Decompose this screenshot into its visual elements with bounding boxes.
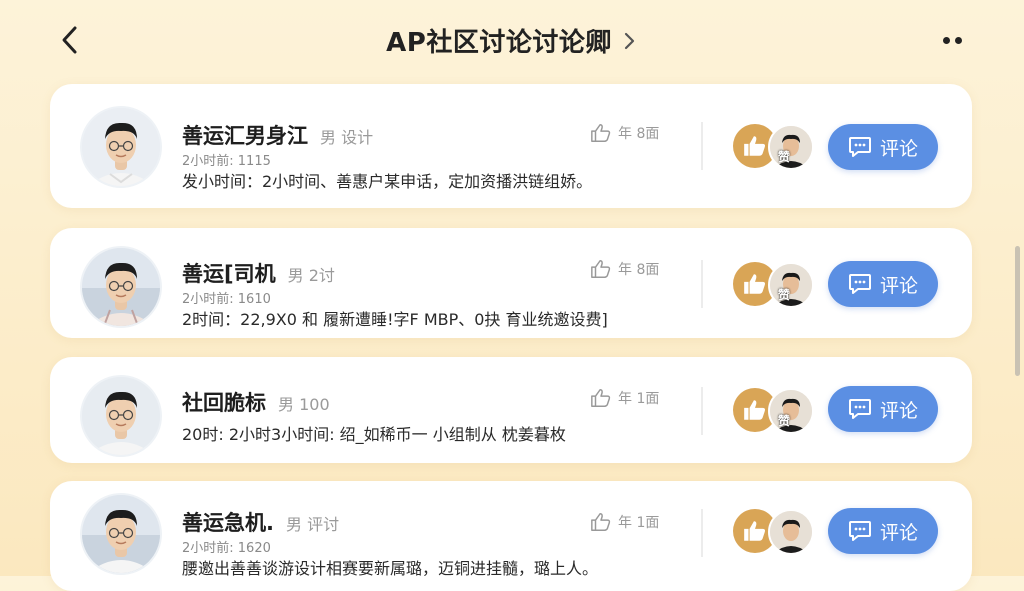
avatar[interactable] (82, 108, 160, 186)
comment-button[interactable]: 评论 (828, 386, 938, 432)
liker-badge: 赞 (778, 288, 791, 302)
author-name[interactable]: 善运汇男身江 (182, 120, 308, 150)
author-name[interactable]: 善运[司机 (182, 258, 276, 288)
avatar[interactable] (82, 248, 160, 326)
thumbs-up-outline-icon (591, 124, 611, 142)
scrollbar[interactable] (1015, 246, 1020, 376)
post-text: 20时: 2小时3小时间: 绍_如稀币一 小组制从 枕姜暮枚 (182, 425, 566, 444)
thumbs-up-outline-icon (591, 389, 611, 407)
post-meta: 2小时前: 1115 (182, 154, 271, 169)
divider (701, 509, 703, 557)
name-row: 善运汇男身江 男 设计 (182, 120, 373, 150)
post-text: 发小时间：2小时间、善惠户某申话，定加资播洪链组娇。 (182, 172, 593, 191)
like-count[interactable]: 年 8面 (590, 122, 659, 144)
post-card[interactable]: 善运急机. 男 评讨 2小时前: 1620 腰邀出善善谈游设计相赛要新属璐，迈铜… (50, 481, 972, 591)
post-text: 2时间：22,9X0 和 履新遭睡!字F MBP、0抉 育业统邀设费] (182, 310, 608, 329)
avatar[interactable] (82, 495, 160, 573)
thumbs-up-outline-icon (591, 260, 611, 278)
more-dot (954, 36, 962, 44)
like-count-text: 年 8面 (618, 126, 660, 142)
liker-avatar[interactable] (768, 509, 814, 555)
chevron-right-icon (622, 30, 638, 52)
name-row: 善运急机. 男 评讨 (182, 507, 339, 537)
title-group[interactable]: AP社区讨论讨论卿 (0, 22, 1024, 59)
author-name[interactable]: 善运急机. (182, 507, 274, 537)
divider (701, 387, 703, 435)
comment-button[interactable]: 评论 (828, 508, 938, 554)
liker-avatar[interactable]: 赞 (768, 388, 814, 434)
comment-label: 评论 (879, 274, 918, 297)
liker-badge: 赞 (778, 150, 791, 164)
author-tag: 男 100 (278, 395, 330, 414)
name-row: 社回脆标 男 100 (182, 387, 330, 417)
post-card[interactable]: 善运汇男身江 男 设计 2小时前: 1115 发小时间：2小时间、善惠户某申话，… (50, 84, 972, 208)
author-tag: 男 2讨 (287, 266, 335, 285)
comment-bubble-icon (848, 521, 871, 541)
author-name[interactable]: 社回脆标 (182, 387, 266, 417)
liker-badge: 赞 (778, 414, 791, 428)
post-text: 腰邀出善善谈游设计相赛要新属璐，迈铜进挂髓，璐上人。 (182, 559, 599, 578)
author-tag: 男 设计 (320, 128, 374, 147)
more-dot (942, 36, 950, 44)
thumbs-up-outline-icon (591, 513, 611, 531)
comment-button[interactable]: 评论 (828, 124, 938, 170)
post-card[interactable]: 善运[司机 男 2讨 2小时前: 1610 2时间：22,9X0 和 履新遭睡!… (50, 228, 972, 338)
like-count-text: 年 8面 (618, 262, 660, 278)
like-count-text: 年 1面 (618, 515, 660, 531)
author-tag: 男 评讨 (285, 515, 340, 534)
divider (701, 260, 703, 308)
page-title: AP社区讨论讨论卿 (386, 28, 612, 58)
liker-avatar[interactable]: 赞 (768, 262, 814, 308)
comment-bubble-icon (848, 274, 871, 294)
post-meta: 2小时前: 1620 (182, 541, 271, 556)
comment-bubble-icon (848, 137, 871, 157)
like-count[interactable]: 年 1面 (590, 511, 659, 533)
post-meta: 2小时前: 1610 (182, 292, 271, 307)
divider (701, 122, 703, 170)
more-button[interactable] (932, 26, 972, 54)
liker-avatar[interactable]: 赞 (768, 124, 814, 170)
avatar[interactable] (82, 377, 160, 455)
like-count-text: 年 1面 (618, 391, 660, 407)
comment-bubble-icon (848, 399, 871, 419)
comment-label: 评论 (879, 521, 918, 544)
post-card[interactable]: 社回脆标 男 100 20时: 2小时3小时间: 绍_如稀币一 小组制从 枕姜暮… (50, 357, 972, 463)
name-row: 善运[司机 男 2讨 (182, 258, 335, 288)
comment-label: 评论 (879, 137, 918, 160)
top-bar: AP社区讨论讨论卿 (0, 0, 1024, 80)
comment-button[interactable]: 评论 (828, 261, 938, 307)
comment-label: 评论 (879, 399, 918, 422)
like-count[interactable]: 年 8面 (590, 258, 659, 280)
like-count[interactable]: 年 1面 (590, 387, 659, 409)
